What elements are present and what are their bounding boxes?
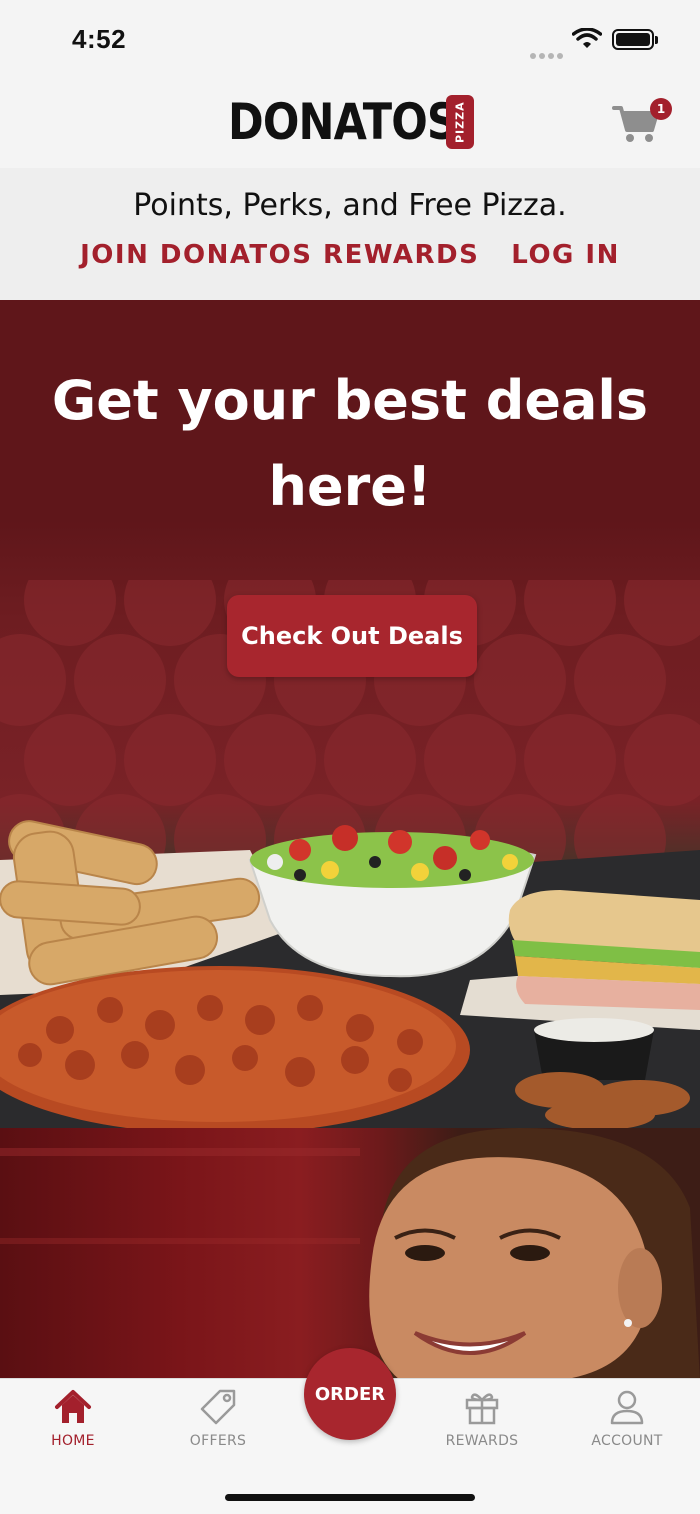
log-in-link[interactable]: LOG IN xyxy=(511,240,620,270)
promo-links: JOIN DONATOS REWARDS LOG IN xyxy=(0,240,700,270)
status-time: 4:52 xyxy=(72,24,127,54)
signal-icon xyxy=(530,44,566,63)
logo-wordmark: DONATOS xyxy=(228,93,458,151)
home-indicator xyxy=(225,1494,475,1501)
tag-icon xyxy=(200,1389,236,1425)
wifi-icon xyxy=(571,27,603,54)
tab-offers-label: OFFERS xyxy=(189,1433,247,1449)
app-header: DONATOS PIZZA 1 xyxy=(0,80,700,168)
status-bar: 4:52 xyxy=(0,0,700,80)
tab-account-label: ACCOUNT xyxy=(591,1433,663,1449)
cart-count-badge: 1 xyxy=(650,98,672,120)
donatos-logo: DONATOS PIZZA xyxy=(228,94,474,150)
tab-home-label: HOME xyxy=(51,1433,95,1449)
deals-hero-banner[interactable]: Get your best deals here! Check Out Deal… xyxy=(0,300,700,1128)
logo-pizza-badge: PIZZA xyxy=(446,95,474,149)
food-photo xyxy=(0,820,700,1128)
cart-button[interactable]: 1 xyxy=(612,98,672,148)
check-out-deals-button[interactable]: Check Out Deals xyxy=(227,595,477,677)
join-rewards-link[interactable]: JOIN DONATOS REWARDS xyxy=(80,240,479,270)
rewards-promo: Points, Perks, and Free Pizza. JOIN DONA… xyxy=(0,168,700,300)
battery-icon xyxy=(612,29,658,50)
order-button[interactable]: ORDER xyxy=(304,1348,396,1440)
gift-icon xyxy=(465,1393,499,1425)
hero-title: Get your best deals here! xyxy=(51,369,649,518)
tab-account[interactable]: ACCOUNT xyxy=(572,1387,682,1461)
person-icon xyxy=(610,1390,644,1425)
tab-rewards[interactable]: REWARDS xyxy=(427,1387,537,1461)
promo-tagline: Points, Perks, and Free Pizza. xyxy=(133,188,567,223)
tab-rewards-label: REWARDS xyxy=(445,1433,519,1449)
tab-offers[interactable]: OFFERS xyxy=(163,1387,273,1461)
home-icon xyxy=(55,1390,91,1423)
tab-home[interactable]: HOME xyxy=(18,1387,128,1461)
smiling-woman-photo xyxy=(0,1128,700,1380)
promo-banner-photo[interactable] xyxy=(0,1128,700,1380)
